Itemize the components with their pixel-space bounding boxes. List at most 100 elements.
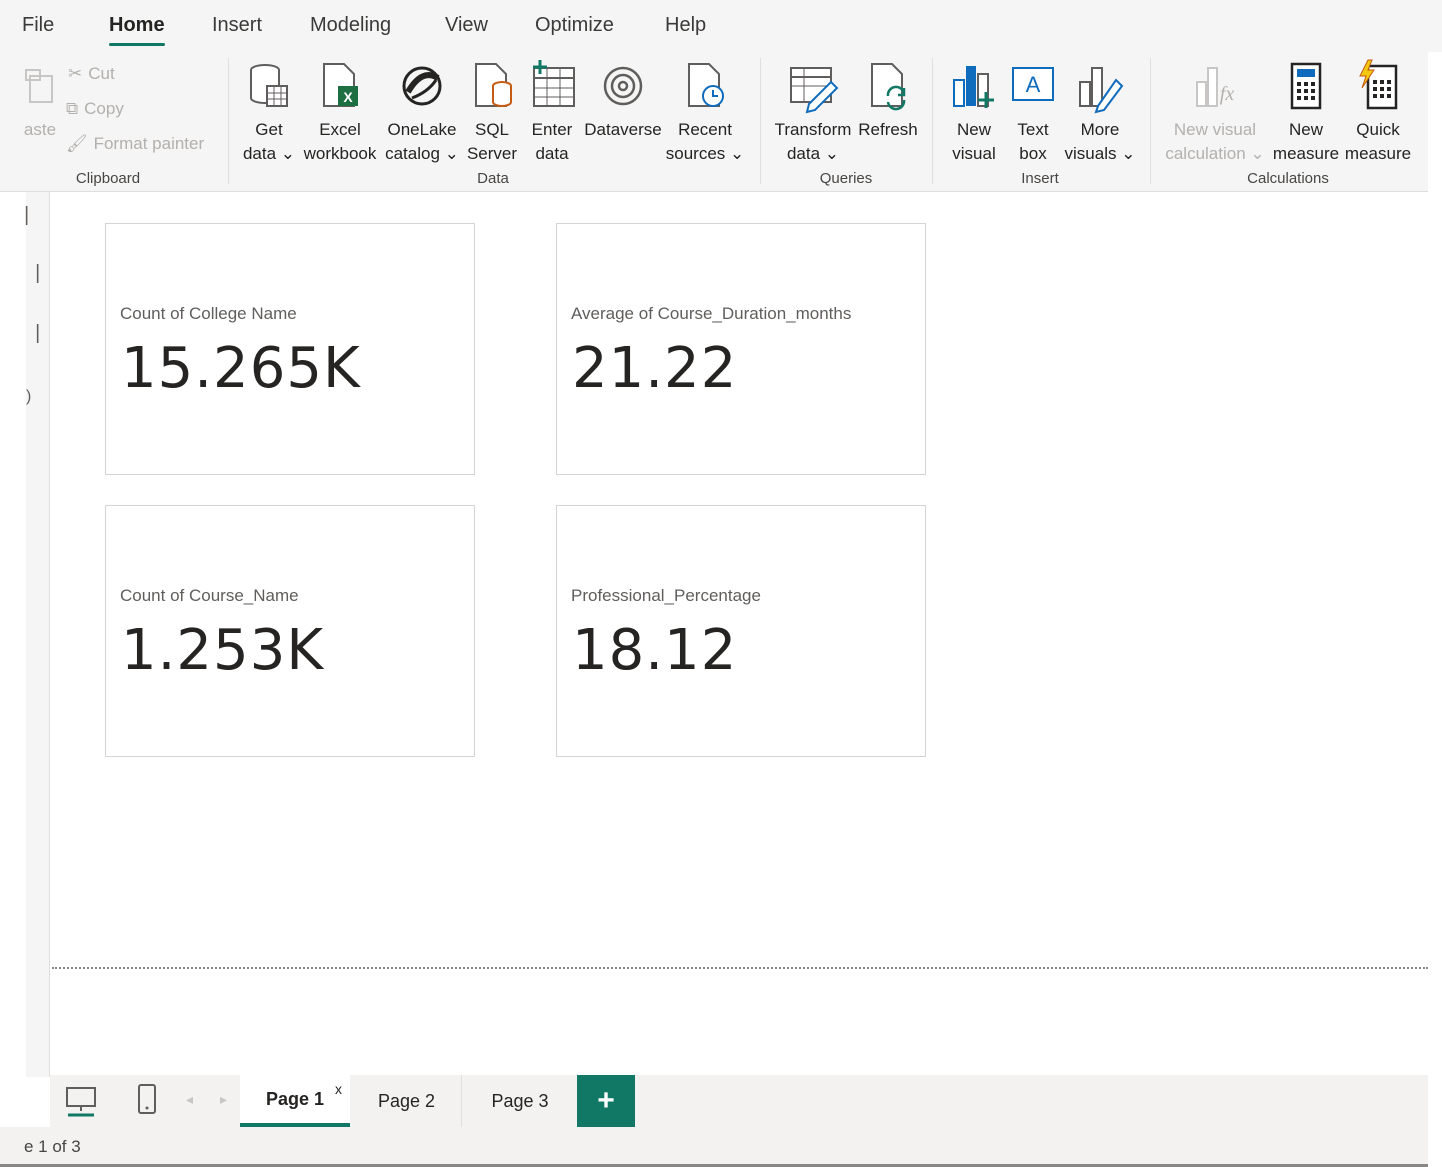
quick-measure-button[interactable]: Quick measure: [1342, 58, 1414, 166]
transform-data-label: Transform data ⌄: [774, 120, 852, 163]
card-value: 15.265K: [121, 336, 361, 401]
quick-measure-icon: [1359, 59, 1398, 110]
menu-home[interactable]: Home: [109, 14, 165, 46]
copy-icon: ⧉: [66, 99, 79, 118]
tab-page-1[interactable]: Page 1: [240, 1075, 350, 1127]
tab-label: Page 3: [491, 1090, 549, 1111]
sql-server-button[interactable]: SQL Server: [464, 58, 520, 166]
tab-page-3[interactable]: Page 3: [464, 1075, 576, 1127]
card-label: Count of College Name: [120, 304, 297, 323]
new-visual-icon: [953, 66, 994, 108]
chevron-left-icon[interactable]: ◂: [186, 1091, 193, 1108]
cut-button[interactable]: ✂ Cut: [68, 64, 115, 84]
get-data-button[interactable]: Get data ⌄: [240, 58, 298, 166]
dataverse-button[interactable]: Dataverse: [582, 58, 664, 142]
group-label-queries: Queries: [819, 170, 873, 187]
group-label-insert: Insert: [1021, 170, 1059, 187]
refresh-button[interactable]: Refresh: [856, 58, 920, 142]
copy-label: Copy: [84, 99, 124, 118]
group-separator: [1150, 58, 1151, 184]
enter-data-label: Enter data: [531, 120, 573, 163]
close-tab-icon[interactable]: x: [335, 1081, 342, 1097]
tab-label: Page 2: [377, 1090, 436, 1111]
get-data-label: Get data ⌄: [242, 120, 296, 163]
paste-button[interactable]: aste: [22, 58, 58, 142]
report-view-icon[interactable]: ▏: [26, 206, 38, 226]
menu-insert[interactable]: Insert: [212, 14, 262, 37]
new-visual-button[interactable]: New visual: [946, 58, 1002, 166]
refresh-icon: [871, 63, 906, 111]
sql-server-label: SQL Server: [466, 120, 518, 163]
more-visuals-button[interactable]: More visuals ⌄: [1062, 58, 1138, 166]
status-bar: e 1 of 3: [0, 1127, 1428, 1167]
svg-text:fx: fx: [1220, 83, 1235, 105]
text-box-label: Text box: [1017, 120, 1049, 163]
quick-measure-label: Quick measure: [1344, 120, 1412, 163]
table-icon: [533, 60, 575, 107]
new-measure-label: New measure: [1272, 120, 1340, 163]
text-box-button[interactable]: A Text box: [1008, 58, 1058, 166]
svg-text:A: A: [1026, 72, 1041, 97]
cut-label: Cut: [88, 64, 115, 83]
transform-data-button[interactable]: Transform data ⌄: [770, 58, 856, 166]
card-visual-course-count[interactable]: Count of Course_Name 1.253K: [105, 505, 475, 757]
desktop-layout-icon[interactable]: [64, 1085, 98, 1117]
svg-text:X: X: [343, 89, 353, 105]
power-bi-desktop-window: File Home Insert Modeling View Optimize …: [0, 0, 1442, 1167]
table-view-icon[interactable]: ▕: [26, 264, 38, 284]
menu-optimize[interactable]: Optimize: [535, 14, 614, 37]
copy-button[interactable]: ⧉ Copy: [66, 99, 124, 119]
onelake-catalog-label: OneLake catalog ⌄: [385, 120, 459, 163]
ribbon: aste ✂ Cut ⧉ Copy 🖌 Format painter Clipb…: [0, 52, 1428, 192]
new-visual-calculation-button[interactable]: fx New visual calculation ⌄: [1160, 58, 1270, 166]
card-label: Average of Course_Duration_months: [571, 304, 852, 323]
more-visuals-icon: [1079, 67, 1124, 114]
card-visual-college-count[interactable]: Count of College Name 15.265K: [105, 223, 475, 475]
page-tab-bar: ◂ ▸ Page 1 x Page 2 Page 3 +: [50, 1075, 1428, 1127]
onelake-icon: [402, 66, 442, 106]
tab-label: Page 1: [265, 1088, 325, 1109]
scissors-icon: ✂: [68, 64, 83, 83]
brush-icon: 🖌: [66, 134, 88, 153]
menu-help[interactable]: Help: [665, 14, 706, 37]
page-count-status: e 1 of 3: [24, 1137, 81, 1156]
card-label: Count of Course_Name: [120, 586, 299, 605]
menu-modeling[interactable]: Modeling: [310, 14, 391, 37]
text-box-icon: A: [1012, 67, 1054, 101]
onelake-catalog-button[interactable]: OneLake catalog ⌄: [384, 58, 460, 166]
format-painter-button[interactable]: 🖌 Format painter: [66, 134, 204, 154]
enter-data-button[interactable]: Enter data: [526, 58, 578, 166]
paste-icon: [25, 69, 53, 103]
new-visual-label: New visual: [952, 120, 996, 163]
report-canvas[interactable]: Count of College Name 15.265K Average of…: [50, 200, 1428, 1075]
add-page-button[interactable]: +: [577, 1075, 635, 1127]
excel-workbook-button[interactable]: X Excel workbook: [300, 58, 380, 166]
database-icon: [250, 64, 288, 107]
chevron-right-icon[interactable]: ▸: [220, 1091, 227, 1108]
new-visual-calculation-label: New visual calculation ⌄: [1165, 120, 1265, 163]
mobile-layout-icon[interactable]: [136, 1083, 158, 1117]
menu-view[interactable]: View: [445, 14, 488, 37]
menu-file[interactable]: File: [22, 14, 54, 37]
recent-sources-button[interactable]: Recent sources ⌄: [664, 58, 746, 166]
menu-bar: File Home Insert Modeling View Optimize …: [0, 0, 1442, 52]
group-separator: [932, 58, 933, 184]
group-label-calculations: Calculations: [1247, 170, 1329, 187]
group-label-clipboard: Clipboard: [75, 170, 141, 187]
paste-label: aste: [23, 120, 57, 139]
group-separator: [228, 58, 229, 184]
format-painter-label: Format painter: [93, 134, 205, 153]
excel-workbook-label: Excel workbook: [303, 120, 377, 163]
page-boundary-line: [52, 967, 1428, 969]
tab-page-2[interactable]: Page 2: [352, 1075, 462, 1127]
sql-server-icon: [475, 63, 512, 107]
visual-calculation-icon: fx: [1196, 67, 1235, 107]
recent-sources-icon: [688, 63, 724, 107]
card-value: 1.253K: [121, 618, 325, 683]
calculator-icon: [1290, 62, 1322, 110]
dax-query-view-icon[interactable]: ): [26, 388, 31, 406]
model-view-icon[interactable]: ▕: [26, 324, 38, 344]
card-visual-professional-percentage[interactable]: Professional_Percentage 18.12: [556, 505, 926, 757]
card-visual-average-duration[interactable]: Average of Course_Duration_months 21.22: [556, 223, 926, 475]
new-measure-button[interactable]: New measure: [1272, 58, 1340, 166]
